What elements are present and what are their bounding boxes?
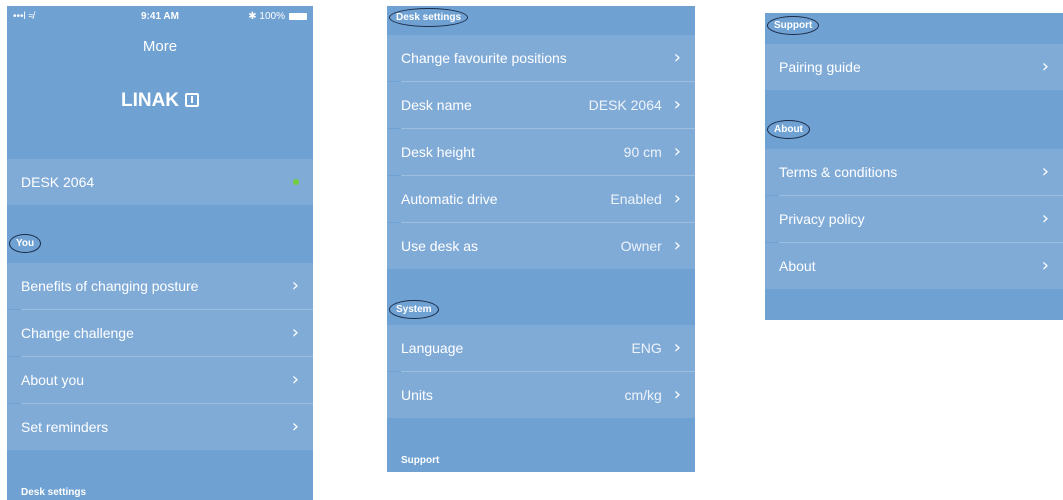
use-desk-as-value: Owner bbox=[620, 238, 662, 254]
menu-item-about-you[interactable]: About you › bbox=[7, 357, 313, 403]
menu-item-label: Terms & conditions bbox=[779, 164, 898, 180]
menu-item-pairing-guide[interactable]: Pairing guide › bbox=[765, 44, 1063, 90]
menu-item-privacy-policy[interactable]: Privacy policy › bbox=[765, 196, 1063, 242]
menu-item-label: Pairing guide bbox=[779, 59, 861, 75]
chevron-right-icon: › bbox=[673, 337, 681, 358]
menu-item-change-challenge[interactable]: Change challenge › bbox=[7, 310, 313, 356]
menu-item-label: About bbox=[779, 258, 816, 274]
menu-item-label: Use desk as bbox=[401, 238, 479, 254]
menu-item-benefits[interactable]: Benefits of changing posture › bbox=[7, 263, 313, 309]
screen-more: •••l ≉ 9:41 AM ✱ 100% More LINAK DESK 20… bbox=[7, 6, 313, 500]
menu-item-automatic-drive[interactable]: Automatic drive Enabled › bbox=[387, 176, 695, 222]
power-logo-icon bbox=[185, 93, 200, 107]
menu-item-label: Change favourite positions bbox=[401, 50, 567, 66]
chevron-right-icon: › bbox=[673, 384, 681, 405]
menu-item-desk-height[interactable]: Desk height 90 cm › bbox=[387, 129, 695, 175]
section-header-support: Support bbox=[767, 16, 820, 35]
chevron-right-icon: › bbox=[291, 416, 299, 437]
menu-item-label: Benefits of changing posture bbox=[21, 278, 199, 294]
section-header-support: Support bbox=[401, 455, 440, 466]
chevron-right-icon: › bbox=[673, 47, 681, 68]
menu-item-label: Automatic drive bbox=[401, 191, 498, 207]
chevron-right-icon: › bbox=[673, 141, 681, 162]
device-name: DESK 2064 bbox=[21, 174, 95, 190]
automatic-drive-value: Enabled bbox=[610, 191, 662, 207]
menu-item-label: Language bbox=[401, 340, 464, 356]
chevron-right-icon: › bbox=[291, 369, 299, 390]
menu-item-label: Change challenge bbox=[21, 325, 134, 341]
menu-item-about[interactable]: About › bbox=[765, 243, 1063, 289]
section-header-system: System bbox=[389, 300, 439, 319]
chevron-right-icon: › bbox=[1041, 161, 1049, 182]
linak-logo: LINAK bbox=[7, 90, 313, 112]
chevron-right-icon: › bbox=[673, 188, 681, 209]
chevron-right-icon: › bbox=[1041, 208, 1049, 229]
page-title: More bbox=[142, 38, 178, 55]
menu-item-change-favourite-positions[interactable]: Change favourite positions › bbox=[387, 35, 695, 81]
menu-item-desk-name[interactable]: Desk name DESK 2064 › bbox=[387, 82, 695, 128]
language-value: ENG bbox=[631, 340, 662, 356]
desk-height-value: 90 cm bbox=[623, 144, 662, 160]
section-header-desk-settings: Desk settings bbox=[21, 487, 87, 498]
chevron-right-icon: › bbox=[1041, 255, 1049, 276]
chevron-right-icon: › bbox=[291, 275, 299, 296]
menu-item-use-desk-as[interactable]: Use desk as Owner › bbox=[387, 223, 695, 269]
menu-item-label: Desk height bbox=[401, 144, 475, 160]
screen-desk-settings: Desk settings Change favourite positions… bbox=[387, 6, 695, 472]
section-header-desk-settings: Desk settings bbox=[389, 8, 469, 27]
menu-item-set-reminders[interactable]: Set reminders › bbox=[7, 404, 313, 450]
menu-item-label: Set reminders bbox=[21, 419, 109, 435]
menu-item-terms-conditions[interactable]: Terms & conditions › bbox=[765, 149, 1063, 195]
screen-support-about: Support Pairing guide › About Terms & co… bbox=[765, 13, 1063, 320]
chevron-right-icon: › bbox=[291, 322, 299, 343]
section-header-about: About bbox=[767, 120, 810, 139]
chevron-right-icon: › bbox=[673, 235, 681, 256]
connection-status-icon bbox=[293, 179, 299, 185]
status-bar: •••l ≉ 9:41 AM ✱ 100% bbox=[7, 6, 313, 26]
units-value: cm/kg bbox=[624, 387, 662, 403]
chevron-right-icon: › bbox=[673, 94, 681, 115]
menu-item-language[interactable]: Language ENG › bbox=[387, 325, 695, 371]
menu-item-label: Desk name bbox=[401, 97, 472, 113]
battery-text: ✱ 100% bbox=[248, 11, 285, 22]
menu-item-label: Privacy policy bbox=[779, 211, 865, 227]
menu-item-label: Units bbox=[401, 387, 433, 403]
chevron-right-icon: › bbox=[1041, 56, 1049, 77]
menu-item-label: About you bbox=[21, 372, 85, 388]
logo-text: LINAK bbox=[120, 90, 180, 111]
battery-icon bbox=[289, 13, 307, 20]
section-header-you: You bbox=[9, 234, 42, 253]
desk-name-value: DESK 2064 bbox=[588, 97, 662, 113]
menu-item-units[interactable]: Units cm/kg › bbox=[387, 372, 695, 418]
battery-indicator: ✱ 100% bbox=[248, 11, 307, 22]
device-row[interactable]: DESK 2064 bbox=[7, 159, 313, 205]
